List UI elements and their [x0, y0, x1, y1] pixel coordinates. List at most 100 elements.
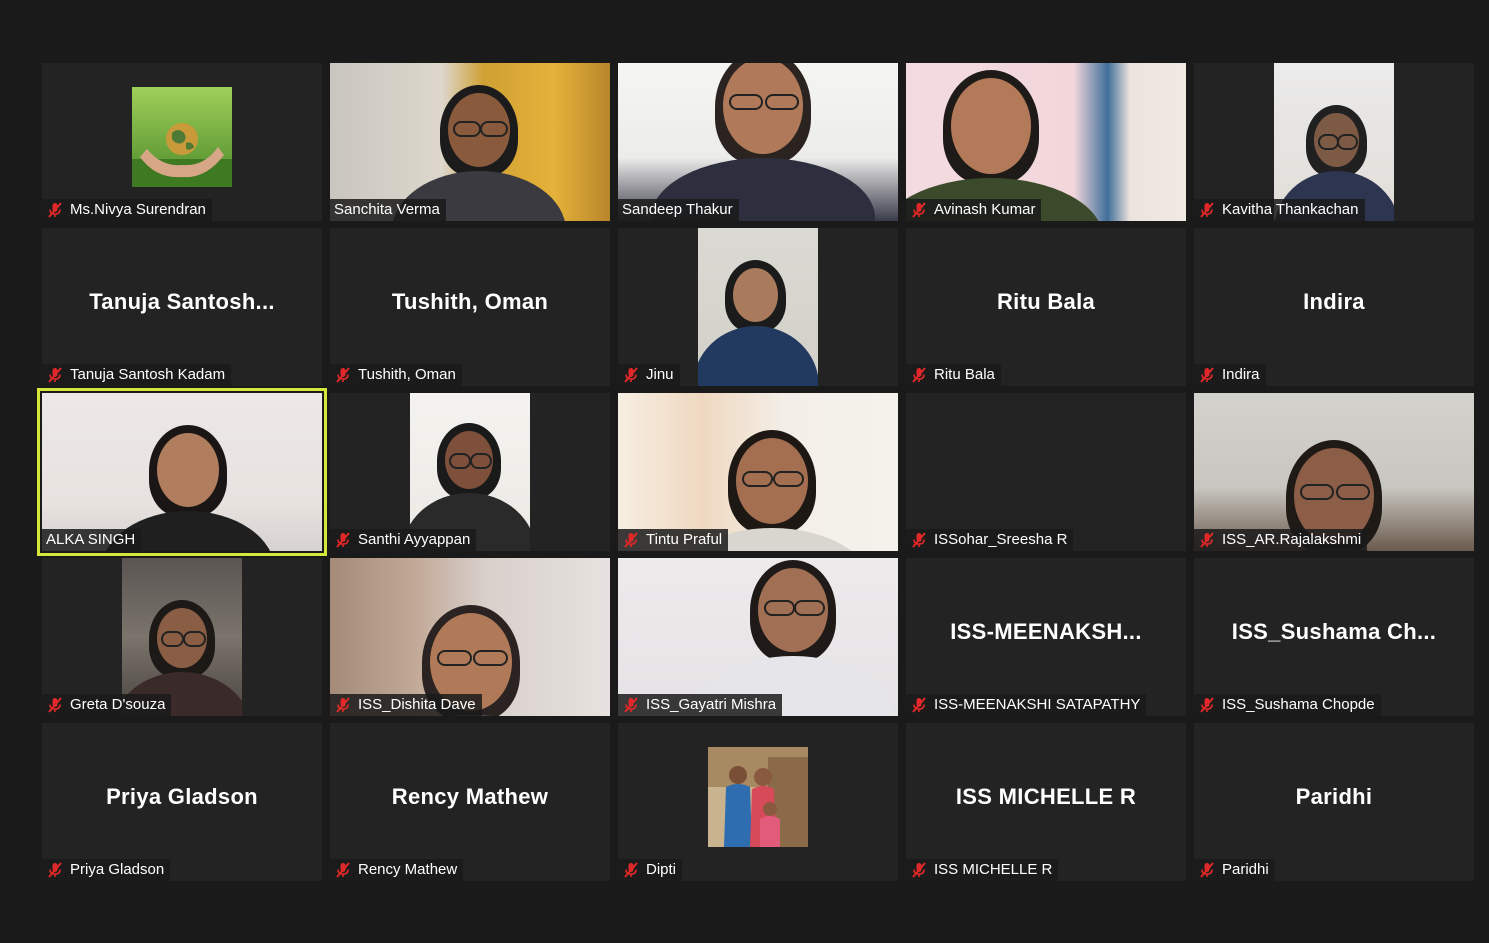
participant-nameplate: ISS_Dishita Dave	[330, 694, 482, 716]
participant-name: Indira	[1222, 366, 1260, 383]
participant-tile[interactable]: Indira Indira	[1194, 228, 1474, 386]
microphone-muted-icon	[46, 861, 64, 879]
participant-display-name: Ritu Bala	[996, 289, 1096, 314]
microphone-muted-icon	[910, 201, 928, 219]
microphone-muted-icon	[46, 366, 64, 384]
microphone-muted-icon	[622, 861, 640, 879]
participant-nameplate: Indira	[1194, 364, 1266, 386]
participant-video	[330, 63, 610, 221]
participant-nameplate: Greta D'souza	[42, 694, 172, 716]
microphone-muted-icon	[622, 531, 640, 549]
microphone-muted-icon	[622, 696, 640, 714]
participant-name: ISS MICHELLE R	[934, 861, 1053, 878]
participant-name: Ritu Bala	[934, 366, 995, 383]
participant-tile[interactable]: ISS-MEENAKSH... ISS-MEENAKSHI SATAPATHY	[906, 558, 1186, 716]
participant-video	[330, 558, 610, 716]
microphone-muted-icon	[910, 696, 928, 714]
participant-tile[interactable]: ALKA SINGH	[37, 388, 327, 556]
participant-name: Sanchita Verma	[334, 201, 440, 218]
participant-nameplate: Sandeep Thakur	[618, 199, 739, 221]
participant-nameplate: ISS_Sushama Chopde	[1194, 694, 1381, 716]
participant-tile[interactable]: Tintu Praful	[618, 393, 898, 551]
microphone-muted-icon	[1198, 696, 1216, 714]
participant-nameplate: Tanuja Santosh Kadam	[42, 364, 232, 386]
participant-tile[interactable]: ISS MICHELLE R ISS MICHELLE R	[906, 723, 1186, 881]
participant-name: Greta D'souza	[70, 696, 166, 713]
participant-tile[interactable]: Jinu	[618, 228, 898, 386]
participant-tile[interactable]: Greta D'souza	[42, 558, 322, 716]
participant-tile[interactable]: Ms.Nivya Surendran	[42, 63, 322, 221]
microphone-muted-icon	[334, 696, 352, 714]
participant-display-name: Tanuja Santosh...	[89, 289, 275, 314]
participant-name: Paridhi	[1222, 861, 1269, 878]
participant-name: Santhi Ayyappan	[358, 531, 471, 548]
microphone-muted-icon	[910, 531, 928, 549]
participant-tile[interactable]: Tushith, Oman Tushith, Oman	[330, 228, 610, 386]
microphone-muted-icon	[1198, 201, 1216, 219]
participant-tile[interactable]: ISS_Gayatri Mishra	[618, 558, 898, 716]
participant-name: Tintu Praful	[646, 531, 723, 548]
participant-name: ISS_Dishita Dave	[358, 696, 476, 713]
participant-video	[1194, 393, 1474, 551]
participant-tile[interactable]: Avinash Kumar	[906, 63, 1186, 221]
participant-nameplate: ISS_AR.Rajalakshmi	[1194, 529, 1368, 551]
participant-tile[interactable]: ISS_AR.Rajalakshmi	[1194, 393, 1474, 551]
participant-video	[618, 63, 898, 221]
participant-tile[interactable]: Sanchita Verma	[330, 63, 610, 221]
participant-display-name: ISS_Sushama Ch...	[1231, 619, 1437, 644]
participant-nameplate: Ritu Bala	[906, 364, 1001, 386]
participant-name: Avinash Kumar	[934, 201, 1036, 218]
participant-video	[410, 393, 530, 551]
participant-name: Priya Gladson	[70, 861, 165, 878]
participant-display-name: Paridhi	[1295, 784, 1373, 809]
globe-avatar-image	[132, 87, 232, 187]
participant-nameplate: Sanchita Verma	[330, 199, 446, 221]
participant-display-name: ISS MICHELLE R	[955, 784, 1137, 809]
participant-name: ISSohar_Sreesha R	[934, 531, 1068, 548]
participant-tile[interactable]: Rency Mathew Rency Mathew	[330, 723, 610, 881]
participant-nameplate: Kavitha Thankachan	[1194, 199, 1365, 221]
participant-tile[interactable]: Paridhi Paridhi	[1194, 723, 1474, 881]
participant-tile[interactable]: Ritu Bala Ritu Bala	[906, 228, 1186, 386]
participant-nameplate: Priya Gladson	[42, 859, 171, 881]
participant-video	[618, 393, 898, 551]
participant-nameplate: ALKA SINGH	[42, 529, 142, 551]
participant-name: Tanuja Santosh Kadam	[70, 366, 226, 383]
participant-nameplate: Avinash Kumar	[906, 199, 1042, 221]
participant-nameplate: Santhi Ayyappan	[330, 529, 477, 551]
participant-tile[interactable]: Priya Gladson Priya Gladson	[42, 723, 322, 881]
participant-name: Ms.Nivya Surendran	[70, 201, 206, 218]
participant-video	[618, 558, 898, 716]
participant-tile[interactable]: Sandeep Thakur	[618, 63, 898, 221]
participant-tile[interactable]: Santhi Ayyappan	[330, 393, 610, 551]
microphone-muted-icon	[46, 201, 64, 219]
participant-tile[interactable]: ISS_Dishita Dave	[330, 558, 610, 716]
microphone-muted-icon	[1198, 366, 1216, 384]
microphone-muted-icon	[334, 531, 352, 549]
participant-video	[122, 558, 242, 716]
participant-name: Rency Mathew	[358, 861, 458, 878]
participant-video	[698, 228, 818, 386]
microphone-muted-icon	[46, 696, 64, 714]
participant-tile[interactable]: ISS_Sushama Ch... ISS_Sushama Chopde	[1194, 558, 1474, 716]
participant-nameplate: Tintu Praful	[618, 529, 729, 551]
microphone-muted-icon	[910, 861, 928, 879]
participant-display-name: Priya Gladson	[106, 784, 258, 809]
participant-tile[interactable]: Dipti	[618, 723, 898, 881]
microphone-muted-icon	[622, 366, 640, 384]
participant-name: Sandeep Thakur	[622, 201, 733, 218]
microphone-muted-icon	[334, 366, 352, 384]
participant-tile[interactable]: ISSohar_Sreesha R	[906, 393, 1186, 551]
participant-nameplate: Rency Mathew	[330, 859, 464, 881]
microphone-muted-icon	[334, 861, 352, 879]
participant-tile[interactable]: Kavitha Thankachan	[1194, 63, 1474, 221]
microphone-muted-icon	[910, 366, 928, 384]
participant-name: Kavitha Thankachan	[1222, 201, 1359, 218]
participant-nameplate: Ms.Nivya Surendran	[42, 199, 212, 221]
family-avatar-image	[708, 747, 808, 847]
participant-display-name: ISS-MEENAKSH...	[950, 619, 1142, 644]
participant-display-name: Rency Mathew	[391, 784, 549, 809]
participant-tile[interactable]: Tanuja Santosh... Tanuja Santosh Kadam	[42, 228, 322, 386]
participant-nameplate: Paridhi	[1194, 859, 1275, 881]
participant-video	[42, 393, 322, 551]
